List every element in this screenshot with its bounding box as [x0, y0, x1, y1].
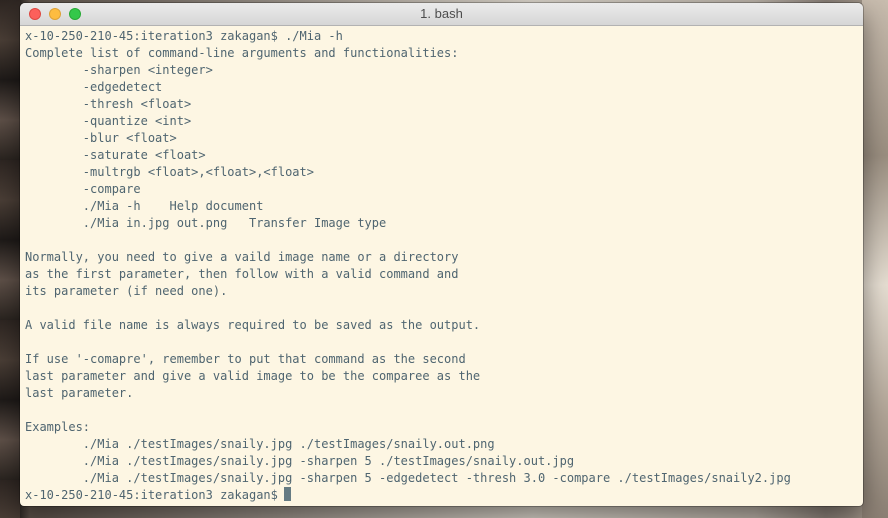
terminal-line: as the first parameter, then follow with…	[25, 267, 459, 281]
terminal-line: Normally, you need to give a vaild image…	[25, 250, 459, 264]
terminal-line: Examples:	[25, 420, 91, 434]
title-bar[interactable]: 1. bash	[20, 3, 863, 26]
shell-prompt: x-10-250-210-45:iteration3 zakagan$	[25, 488, 278, 502]
terminal-line: x-10-250-210-45:iteration3 zakagan$ ./Mi…	[25, 29, 343, 43]
desktop-background-left	[0, 0, 20, 518]
terminal-line: ./Mia ./testImages/snaily.jpg -sharpen 5…	[25, 471, 791, 485]
terminal-window[interactable]: 1. bash x-10-250-210-45:iteration3 zakag…	[20, 3, 863, 506]
desktop-background-right	[862, 0, 888, 518]
terminal-line: -saturate <float>	[25, 148, 206, 162]
terminal-line: -thresh <float>	[25, 97, 192, 111]
terminal-line: If use '-comapre', remember to put that …	[25, 352, 466, 366]
text-cursor	[283, 487, 291, 501]
terminal-line: -quantize <int>	[25, 114, 192, 128]
terminal-prompt-line[interactable]: x-10-250-210-45:iteration3 zakagan$	[25, 487, 857, 504]
window-title: 1. bash	[420, 6, 463, 21]
terminal-line: -edgedetect	[25, 80, 163, 94]
terminal-line: Complete list of command-line arguments …	[25, 46, 459, 60]
terminal-line: its parameter (if need one).	[25, 284, 228, 298]
terminal-line: last parameter.	[25, 386, 134, 400]
terminal-line: -sharpen <integer>	[25, 63, 213, 77]
terminal-line: ./Mia ./testImages/snaily.jpg -sharpen 5…	[25, 454, 575, 468]
terminal-line: ./Mia in.jpg out.png Transfer Image type	[25, 216, 387, 230]
terminal-line: A valid file name is always required to …	[25, 318, 481, 332]
terminal-line: -multrgb <float>,<float>,<float>	[25, 165, 314, 179]
terminal-line: last parameter and give a valid image to…	[25, 369, 481, 383]
terminal-line: -blur <float>	[25, 131, 177, 145]
terminal-output[interactable]: x-10-250-210-45:iteration3 zakagan$ ./Mi…	[25, 28, 857, 506]
terminal-line: ./Mia -h Help document	[25, 199, 264, 213]
terminal-line: -compare	[25, 182, 141, 196]
terminal-line: ./Mia ./testImages/snaily.jpg ./testImag…	[25, 437, 495, 451]
